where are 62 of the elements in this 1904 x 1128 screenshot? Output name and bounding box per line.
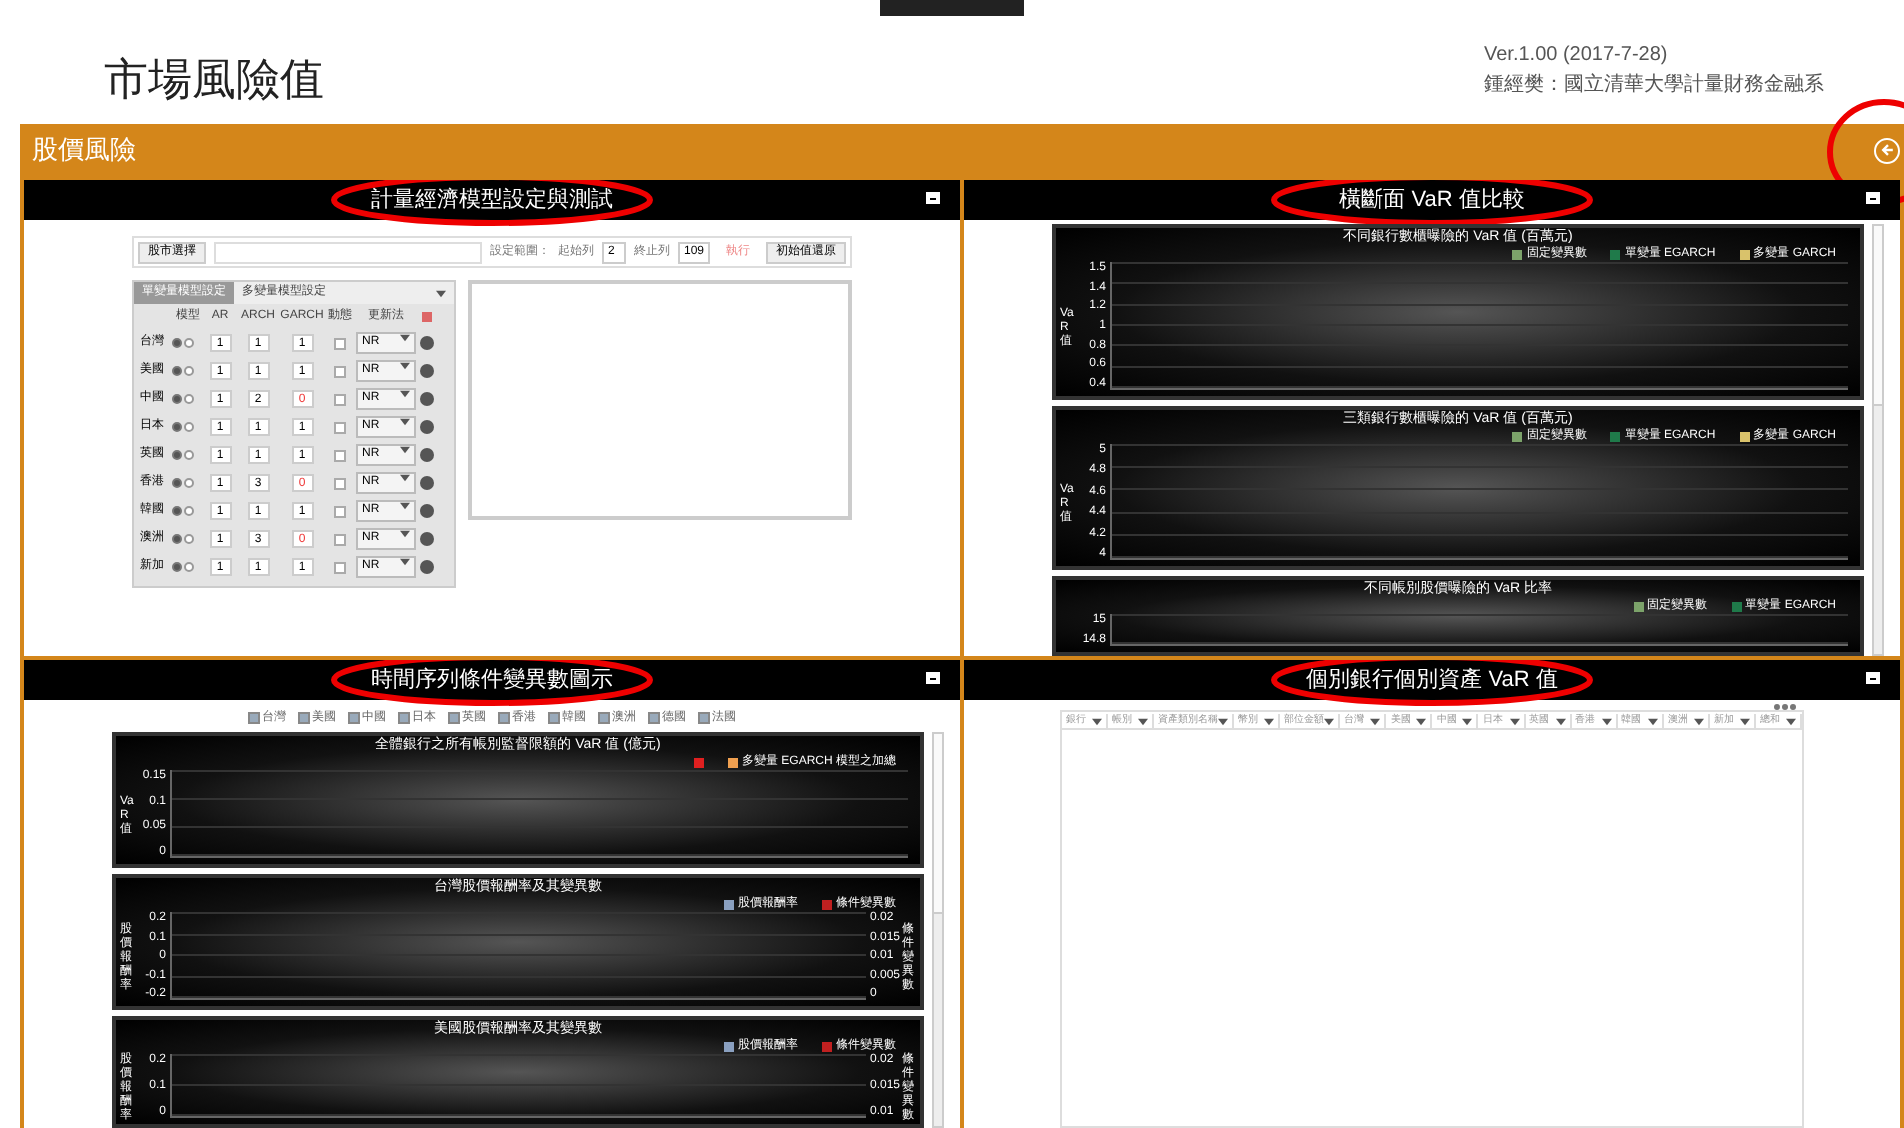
page-title: 市場風險值	[104, 52, 324, 108]
filter-icon[interactable]	[1462, 717, 1473, 725]
checkbox[interactable]	[448, 712, 460, 724]
caret-icon[interactable]	[400, 362, 410, 370]
filter-icon[interactable]	[1264, 717, 1275, 725]
checkbox[interactable]	[548, 712, 560, 724]
checkbox[interactable]	[334, 561, 346, 573]
caret-icon[interactable]	[400, 390, 410, 398]
checkbox[interactable]	[648, 712, 660, 724]
checkbox[interactable]	[698, 712, 710, 724]
filter-icon[interactable]	[1786, 717, 1797, 725]
maximize-icon[interactable]	[926, 672, 940, 684]
caret-icon[interactable]	[400, 502, 410, 510]
checkbox[interactable]	[348, 712, 360, 724]
checkbox[interactable]	[334, 533, 346, 545]
scrollbar[interactable]	[1872, 224, 1884, 656]
maximize-icon[interactable]	[1866, 192, 1880, 204]
checkbox[interactable]	[334, 365, 346, 377]
version-text: Ver.1.00 (2017-7-28)	[1484, 42, 1670, 70]
delete-icon[interactable]	[421, 312, 431, 322]
checkbox[interactable]	[334, 505, 346, 517]
filter-icon[interactable]	[1218, 717, 1229, 725]
panel-title: 計量經濟模型設定與測試	[371, 188, 613, 212]
filter-icon[interactable]	[1138, 717, 1149, 725]
maximize-icon[interactable]	[926, 192, 940, 204]
panel-title: 橫斷面 VaR 值比較	[1339, 188, 1525, 212]
checkbox[interactable]	[248, 712, 260, 724]
caret-icon[interactable]	[400, 530, 410, 538]
filter-icon[interactable]	[1092, 717, 1103, 725]
section-title: 股價風險	[32, 132, 136, 169]
maximize-icon[interactable]	[1866, 672, 1880, 684]
caret-icon[interactable]	[400, 418, 410, 426]
caret-icon[interactable]	[400, 446, 410, 454]
checkbox[interactable]	[498, 712, 510, 724]
caret-icon[interactable]	[400, 558, 410, 566]
caret-icon[interactable]	[436, 289, 446, 297]
filter-icon[interactable]	[1555, 717, 1566, 725]
checkbox[interactable]	[598, 712, 610, 724]
panel-title: 個別銀行個別資產 VaR 值	[1306, 668, 1558, 692]
filter-icon[interactable]	[1647, 717, 1658, 725]
checkbox[interactable]	[398, 712, 410, 724]
back-icon[interactable]	[1874, 137, 1900, 163]
checkbox[interactable]	[298, 712, 310, 724]
handle-bar[interactable]	[880, 0, 1024, 16]
filter-icon[interactable]	[1324, 717, 1335, 725]
panel-title: 時間序列條件變異數圖示	[371, 668, 613, 692]
filter-icon[interactable]	[1370, 717, 1381, 725]
caret-icon[interactable]	[400, 334, 410, 342]
caret-icon[interactable]	[400, 474, 410, 482]
author-text: 鍾經樊：國立清華大學計量財務金融系	[1484, 71, 1824, 100]
filter-icon[interactable]	[1416, 717, 1427, 725]
filter-icon[interactable]	[1509, 717, 1520, 725]
filter-icon[interactable]	[1739, 717, 1750, 725]
checkbox[interactable]	[334, 337, 346, 349]
checkbox[interactable]	[334, 449, 346, 461]
filter-icon[interactable]	[1601, 717, 1612, 725]
search-field[interactable]	[214, 241, 482, 263]
checkbox[interactable]	[334, 393, 346, 405]
checkbox[interactable]	[334, 421, 346, 433]
filter-icon[interactable]	[1693, 717, 1704, 725]
checkbox[interactable]	[334, 477, 346, 489]
scrollbar[interactable]	[932, 732, 944, 1128]
